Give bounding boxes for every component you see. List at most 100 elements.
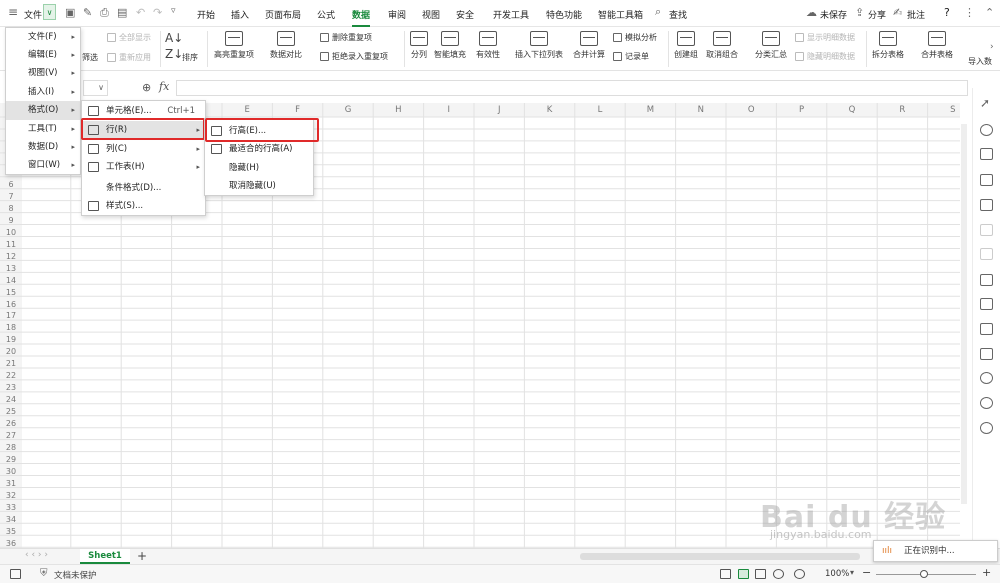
- menu-item-column[interactable]: 列(C) ▸: [82, 140, 205, 159]
- row-header[interactable]: 33: [0, 502, 22, 514]
- file-menu-button[interactable]: 文件: [24, 8, 42, 21]
- row-header[interactable]: 15: [0, 287, 22, 299]
- ungroup-button[interactable]: 取消组合: [706, 31, 738, 60]
- zoom-in-button[interactable]: +: [982, 566, 991, 579]
- menu-item-view[interactable]: 视图(V) ▸: [6, 64, 80, 83]
- tab-developer[interactable]: 开发工具: [493, 8, 529, 21]
- menu-item-insert[interactable]: 插入(I) ▸: [6, 83, 80, 102]
- ribbon-scroll-right-icon[interactable]: ›: [990, 42, 994, 52]
- row-header[interactable]: 6: [0, 179, 22, 191]
- undo-icon[interactable]: ↶: [136, 6, 145, 19]
- chart-icon[interactable]: [980, 199, 993, 211]
- column-header[interactable]: F: [272, 103, 322, 117]
- split-table-button[interactable]: 拆分表格: [872, 31, 904, 60]
- row-header[interactable]: 30: [0, 466, 22, 478]
- list-icon[interactable]: [980, 224, 993, 236]
- hide-detail-button[interactable]: 隐藏明细数据: [795, 51, 855, 62]
- row-header[interactable]: 23: [0, 382, 22, 394]
- record-sheet-button[interactable]: 记录单: [613, 51, 649, 62]
- row-header[interactable]: 35: [0, 526, 22, 538]
- sheet-nav-icon[interactable]: ‹ ‹ › ›: [25, 550, 48, 560]
- image-icon[interactable]: [980, 348, 993, 360]
- sort-button[interactable]: 排序: [182, 52, 198, 63]
- archive-icon[interactable]: [980, 323, 993, 335]
- column-header[interactable]: J: [474, 103, 524, 117]
- reapply-button[interactable]: 重新应用: [107, 52, 151, 63]
- simulate-analysis-button[interactable]: 模拟分析: [613, 32, 657, 43]
- add-sheet-button[interactable]: +: [137, 549, 147, 563]
- show-all-button[interactable]: 全部显示: [107, 32, 151, 43]
- sort-asc-icon[interactable]: A↓: [165, 31, 183, 45]
- merge-table-button[interactable]: 合并表格: [921, 31, 953, 60]
- download-icon[interactable]: [980, 372, 993, 384]
- sheet-tab-sheet1[interactable]: Sheet1: [80, 549, 130, 564]
- row-header[interactable]: 20: [0, 346, 22, 358]
- row-header[interactable]: 22: [0, 370, 22, 382]
- row-header[interactable]: 17: [0, 310, 22, 322]
- reject-duplicates-button[interactable]: 拒绝录入重复项: [320, 51, 388, 62]
- shapes-icon[interactable]: [980, 124, 993, 136]
- row-header[interactable]: 14: [0, 275, 22, 287]
- reading-mode-icon[interactable]: [773, 569, 784, 579]
- menu-item-window[interactable]: 窗口(W) ▸: [6, 156, 80, 175]
- zoom-level[interactable]: 100%: [825, 569, 849, 579]
- column-header[interactable]: O: [726, 103, 776, 117]
- row-header[interactable]: 13: [0, 263, 22, 275]
- row-header[interactable]: 9: [0, 215, 22, 227]
- grid-icon[interactable]: [980, 174, 993, 186]
- smart-fill-button[interactable]: 智能填充: [434, 31, 466, 60]
- redo-icon[interactable]: ↷: [153, 6, 162, 19]
- tab-special-features[interactable]: 特色功能: [546, 8, 582, 21]
- save-icon[interactable]: ▣: [65, 6, 75, 19]
- row-header[interactable]: 19: [0, 334, 22, 346]
- sort-desc-icon[interactable]: Z↓: [165, 47, 183, 61]
- subtotal-button[interactable]: 分类汇总: [755, 31, 787, 60]
- name-box-dropdown-icon[interactable]: ∨: [83, 80, 108, 96]
- column-header[interactable]: L: [575, 103, 625, 117]
- column-header[interactable]: P: [776, 103, 826, 117]
- menu-item-conditional-format[interactable]: 条件格式(D)...: [82, 179, 205, 198]
- tab-data[interactable]: 数据: [352, 8, 371, 27]
- create-group-button[interactable]: 创建组: [674, 31, 698, 60]
- tab-insert[interactable]: 插入: [231, 8, 249, 21]
- menu-item-hide-row[interactable]: 隐藏(H): [205, 159, 313, 178]
- hamburger-icon[interactable]: ≡: [8, 5, 18, 19]
- menu-item-format[interactable]: 格式(O) ▸: [6, 101, 80, 120]
- print-preview-icon[interactable]: ▤: [117, 6, 127, 19]
- tab-view[interactable]: 视图: [422, 8, 440, 21]
- row-header[interactable]: 29: [0, 454, 22, 466]
- row-header[interactable]: 11: [0, 239, 22, 251]
- split-column-button[interactable]: 分列: [410, 31, 428, 60]
- menu-item-unhide-row[interactable]: 取消隐藏(U): [205, 177, 313, 196]
- column-header[interactable]: I: [424, 103, 474, 117]
- row-header[interactable]: 24: [0, 394, 22, 406]
- column-header[interactable]: G: [323, 103, 373, 117]
- menu-item-worksheet[interactable]: 工作表(H) ▸: [82, 158, 205, 177]
- cursor-select-icon[interactable]: ➚: [980, 96, 990, 110]
- page-break-view-icon[interactable]: [755, 569, 766, 579]
- import-data-button[interactable]: 导入数: [968, 56, 992, 67]
- menu-item-autofit-row-height[interactable]: 最适合的行高(A): [205, 140, 313, 159]
- show-detail-button[interactable]: 显示明细数据: [795, 32, 855, 43]
- tab-formula[interactable]: 公式: [317, 8, 335, 21]
- menu-item-style[interactable]: 样式(S)...: [82, 197, 205, 216]
- row-header[interactable]: 10: [0, 227, 22, 239]
- column-header[interactable]: E: [222, 103, 272, 117]
- input-method-icon[interactable]: [10, 569, 21, 579]
- fullscreen-icon[interactable]: [720, 569, 731, 579]
- unsaved-status[interactable]: 未保存: [820, 8, 847, 21]
- row-header[interactable]: 27: [0, 430, 22, 442]
- doc-protect-status[interactable]: 文档未保护: [54, 569, 97, 581]
- normal-view-icon[interactable]: [738, 569, 749, 579]
- row-header[interactable]: 32: [0, 490, 22, 502]
- row-header[interactable]: 18: [0, 322, 22, 334]
- menu-item-tools[interactable]: 工具(T) ▸: [6, 120, 80, 139]
- column-header[interactable]: R: [877, 103, 927, 117]
- menu-item-file[interactable]: 文件(F) ▸: [6, 28, 80, 47]
- comment-button[interactable]: 批注: [907, 8, 925, 21]
- formula-input[interactable]: [176, 80, 968, 96]
- column-header[interactable]: M: [625, 103, 675, 117]
- clipboard-icon[interactable]: [980, 274, 993, 286]
- horizontal-scrollbar[interactable]: [580, 553, 860, 560]
- print-icon[interactable]: ⎙: [100, 6, 109, 20]
